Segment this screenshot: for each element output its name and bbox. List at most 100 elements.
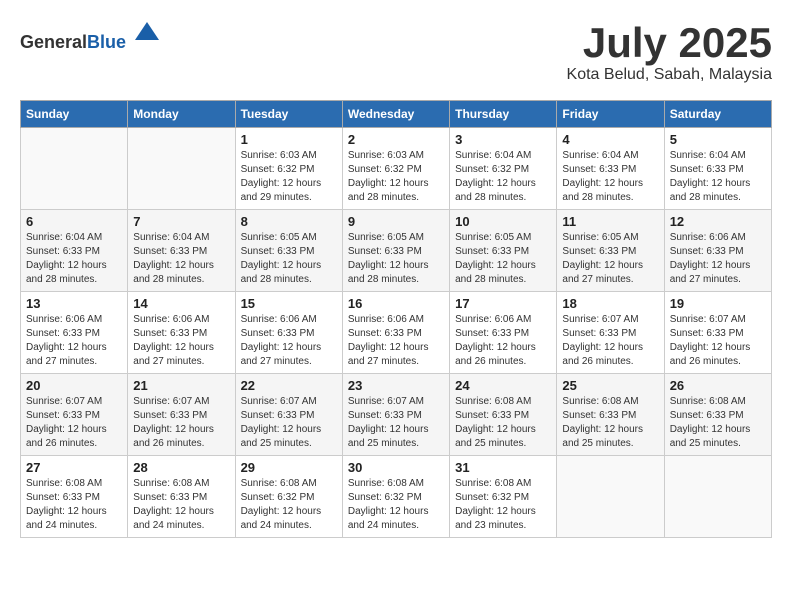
day-info: Sunrise: 6:05 AM Sunset: 6:33 PM Dayligh… xyxy=(455,231,551,287)
day-info: Sunrise: 6:08 AM Sunset: 6:33 PM Dayligh… xyxy=(455,395,551,451)
calendar-cell xyxy=(128,128,235,210)
day-info: Sunrise: 6:07 AM Sunset: 6:33 PM Dayligh… xyxy=(670,313,766,369)
day-info: Sunrise: 6:06 AM Sunset: 6:33 PM Dayligh… xyxy=(133,313,229,369)
day-info: Sunrise: 6:08 AM Sunset: 6:33 PM Dayligh… xyxy=(133,477,229,533)
calendar-cell: 9Sunrise: 6:05 AM Sunset: 6:33 PM Daylig… xyxy=(342,210,449,292)
day-number: 8 xyxy=(241,214,337,229)
calendar-week-row: 13 Sunrise: 6:06 AM Sunset: 6:33 PM Dayli… xyxy=(21,292,772,374)
day-number: 14 xyxy=(133,296,229,311)
day-info: Sunrise: 6:04 AM Sunset: 6:33 PM Dayligh… xyxy=(26,231,122,287)
day-number: 17 xyxy=(455,296,551,311)
day-info: Sunrise: 6:05 AM Sunset: 6:33 PM Dayligh… xyxy=(241,231,337,287)
day-number: 16 xyxy=(348,296,444,311)
calendar-cell: 22Sunrise: 6:07 AM Sunset: 6:33 PM Dayli… xyxy=(235,374,342,456)
calendar-cell: 5 Sunrise: 6:04 AM Sunset: 6:33 PM Daylig… xyxy=(664,128,771,210)
calendar-week-row: 1 Sunrise: 6:03 AM Sunset: 6:32 PM Daylig… xyxy=(21,128,772,210)
logo-general: General xyxy=(20,32,87,52)
calendar-cell: 11Sunrise: 6:05 AM Sunset: 6:33 PM Dayli… xyxy=(557,210,664,292)
day-info: Sunrise: 6:08 AM Sunset: 6:33 PM Dayligh… xyxy=(26,477,122,533)
day-info: Sunrise: 6:04 AM Sunset: 6:33 PM Dayligh… xyxy=(670,149,766,205)
day-number: 18 xyxy=(562,296,658,311)
day-info: Sunrise: 6:06 AM Sunset: 6:33 PM Dayligh… xyxy=(26,313,122,369)
calendar-day-header: Friday xyxy=(557,101,664,128)
day-info: Sunrise: 6:08 AM Sunset: 6:32 PM Dayligh… xyxy=(241,477,337,533)
logo-content: GeneralBlue xyxy=(20,20,161,53)
calendar-day-header: Saturday xyxy=(664,101,771,128)
day-info: Sunrise: 6:04 AM Sunset: 6:33 PM Dayligh… xyxy=(562,149,658,205)
day-number: 4 xyxy=(562,132,658,147)
calendar-day-header: Thursday xyxy=(450,101,557,128)
calendar-day-header: Wednesday xyxy=(342,101,449,128)
day-info: Sunrise: 6:05 AM Sunset: 6:33 PM Dayligh… xyxy=(348,231,444,287)
day-info: Sunrise: 6:08 AM Sunset: 6:33 PM Dayligh… xyxy=(562,395,658,451)
logo-blue: Blue xyxy=(87,32,126,52)
day-info: Sunrise: 6:06 AM Sunset: 6:33 PM Dayligh… xyxy=(455,313,551,369)
day-number: 27 xyxy=(26,460,122,475)
calendar-cell: 13 Sunrise: 6:06 AM Sunset: 6:33 PM Dayli… xyxy=(21,292,128,374)
day-info: Sunrise: 6:06 AM Sunset: 6:33 PM Dayligh… xyxy=(241,313,337,369)
day-number: 26 xyxy=(670,378,766,393)
calendar-cell: 25 Sunrise: 6:08 AM Sunset: 6:33 PM Dayli… xyxy=(557,374,664,456)
day-info: Sunrise: 6:07 AM Sunset: 6:33 PM Dayligh… xyxy=(26,395,122,451)
calendar-cell: 19Sunrise: 6:07 AM Sunset: 6:33 PM Dayli… xyxy=(664,292,771,374)
day-number: 1 xyxy=(241,132,337,147)
day-number: 22 xyxy=(241,378,337,393)
calendar-cell: 23 Sunrise: 6:07 AM Sunset: 6:33 PM Dayli… xyxy=(342,374,449,456)
day-info: Sunrise: 6:08 AM Sunset: 6:33 PM Dayligh… xyxy=(670,395,766,451)
calendar-cell: 31Sunrise: 6:08 AM Sunset: 6:32 PM Dayli… xyxy=(450,456,557,538)
calendar-cell: 16 Sunrise: 6:06 AM Sunset: 6:33 PM Dayli… xyxy=(342,292,449,374)
calendar-cell: 20 Sunrise: 6:07 AM Sunset: 6:33 PM Dayli… xyxy=(21,374,128,456)
day-number: 3 xyxy=(455,132,551,147)
calendar-cell: 12 Sunrise: 6:06 AM Sunset: 6:33 PM Dayli… xyxy=(664,210,771,292)
day-number: 13 xyxy=(26,296,122,311)
day-number: 7 xyxy=(133,214,229,229)
day-number: 24 xyxy=(455,378,551,393)
calendar-cell: 15 Sunrise: 6:06 AM Sunset: 6:33 PM Dayli… xyxy=(235,292,342,374)
calendar-cell: 4 Sunrise: 6:04 AM Sunset: 6:33 PM Daylig… xyxy=(557,128,664,210)
calendar-cell: 17 Sunrise: 6:06 AM Sunset: 6:33 PM Dayli… xyxy=(450,292,557,374)
day-number: 25 xyxy=(562,378,658,393)
calendar-cell: 3 Sunrise: 6:04 AM Sunset: 6:32 PM Daylig… xyxy=(450,128,557,210)
day-number: 20 xyxy=(26,378,122,393)
day-info: Sunrise: 6:06 AM Sunset: 6:33 PM Dayligh… xyxy=(670,231,766,287)
day-number: 10 xyxy=(455,214,551,229)
calendar-week-row: 27 Sunrise: 6:08 AM Sunset: 6:33 PM Dayli… xyxy=(21,456,772,538)
calendar-cell: 1Sunrise: 6:03 AM Sunset: 6:32 PM Daylig… xyxy=(235,128,342,210)
calendar-cell: 10 Sunrise: 6:05 AM Sunset: 6:33 PM Dayli… xyxy=(450,210,557,292)
day-info: Sunrise: 6:03 AM Sunset: 6:32 PM Dayligh… xyxy=(348,149,444,205)
day-number: 6 xyxy=(26,214,122,229)
logo: GeneralBlue xyxy=(20,20,161,53)
calendar-cell: 28 Sunrise: 6:08 AM Sunset: 6:33 PM Dayli… xyxy=(128,456,235,538)
day-info: Sunrise: 6:04 AM Sunset: 6:33 PM Dayligh… xyxy=(133,231,229,287)
day-number: 30 xyxy=(348,460,444,475)
calendar-week-row: 6 Sunrise: 6:04 AM Sunset: 6:33 PM Daylig… xyxy=(21,210,772,292)
calendar-cell xyxy=(557,456,664,538)
title-area: July 2025 Kota Belud, Sabah, Malaysia xyxy=(567,20,772,84)
calendar-cell xyxy=(21,128,128,210)
day-number: 23 xyxy=(348,378,444,393)
day-number: 5 xyxy=(670,132,766,147)
location-title: Kota Belud, Sabah, Malaysia xyxy=(567,66,772,84)
day-number: 29 xyxy=(241,460,337,475)
calendar-cell: 8 Sunrise: 6:05 AM Sunset: 6:33 PM Daylig… xyxy=(235,210,342,292)
day-info: Sunrise: 6:06 AM Sunset: 6:33 PM Dayligh… xyxy=(348,313,444,369)
day-info: Sunrise: 6:04 AM Sunset: 6:32 PM Dayligh… xyxy=(455,149,551,205)
calendar-cell: 6 Sunrise: 6:04 AM Sunset: 6:33 PM Daylig… xyxy=(21,210,128,292)
day-number: 12 xyxy=(670,214,766,229)
calendar-cell: 30Sunrise: 6:08 AM Sunset: 6:32 PM Dayli… xyxy=(342,456,449,538)
calendar-cell: 14 Sunrise: 6:06 AM Sunset: 6:33 PM Dayli… xyxy=(128,292,235,374)
calendar-cell: 21 Sunrise: 6:07 AM Sunset: 6:33 PM Dayli… xyxy=(128,374,235,456)
day-number: 28 xyxy=(133,460,229,475)
calendar-cell: 7 Sunrise: 6:04 AM Sunset: 6:33 PM Daylig… xyxy=(128,210,235,292)
day-number: 2 xyxy=(348,132,444,147)
day-info: Sunrise: 6:07 AM Sunset: 6:33 PM Dayligh… xyxy=(348,395,444,451)
day-number: 31 xyxy=(455,460,551,475)
calendar-cell: 27 Sunrise: 6:08 AM Sunset: 6:33 PM Dayli… xyxy=(21,456,128,538)
calendar-cell xyxy=(664,456,771,538)
calendar-header-row: SundayMondayTuesdayWednesdayThursdayFrid… xyxy=(21,101,772,128)
day-info: Sunrise: 6:07 AM Sunset: 6:33 PM Dayligh… xyxy=(562,313,658,369)
day-number: 21 xyxy=(133,378,229,393)
day-number: 15 xyxy=(241,296,337,311)
day-number: 11 xyxy=(562,214,658,229)
day-info: Sunrise: 6:07 AM Sunset: 6:33 PM Dayligh… xyxy=(133,395,229,451)
